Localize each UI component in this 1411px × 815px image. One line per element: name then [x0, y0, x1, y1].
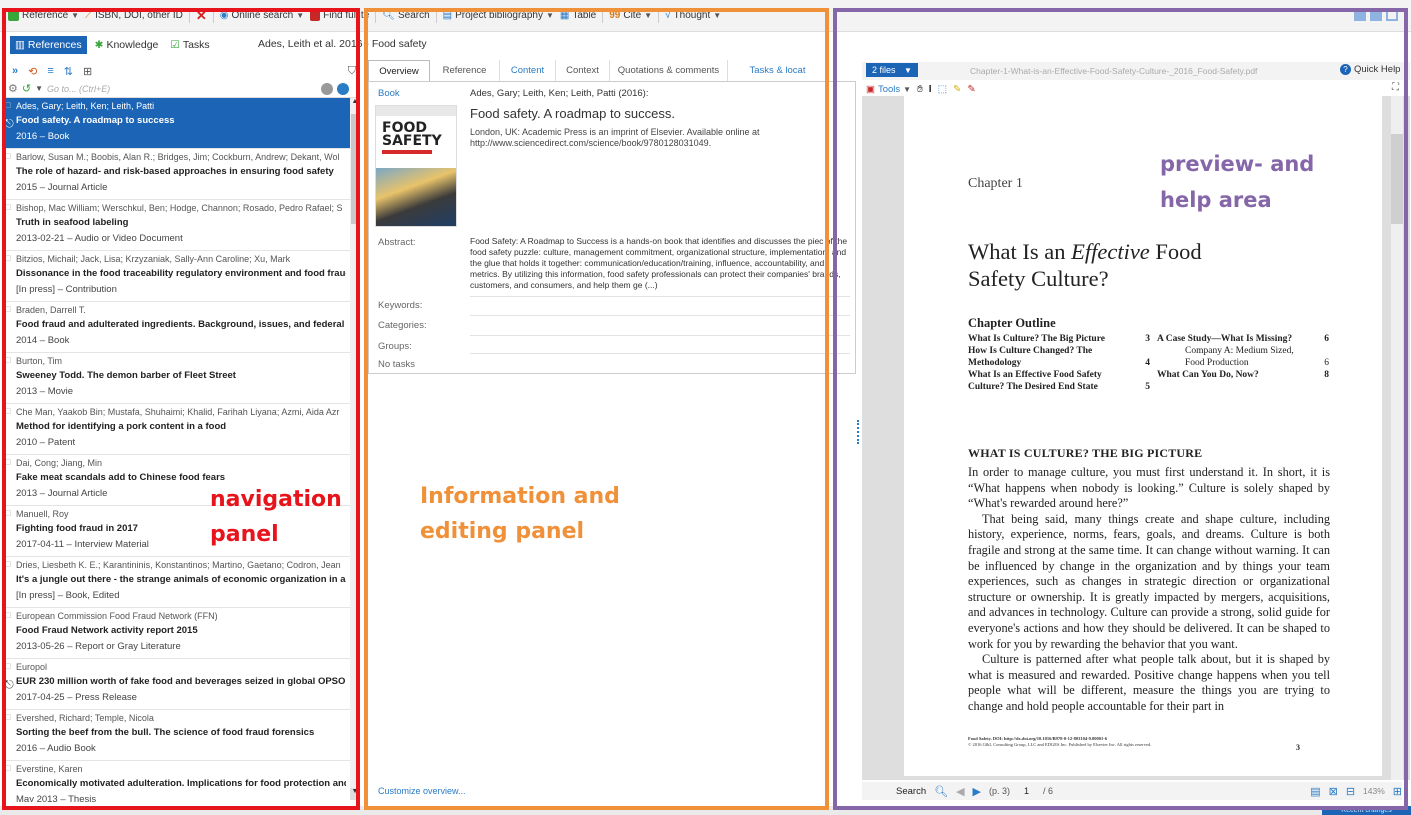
preview-panel-annotation: preview- and help area — [1160, 152, 1315, 212]
navigation-panel-frame — [2, 8, 360, 810]
info-panel-annotation: Information and editing panel — [420, 484, 620, 544]
preview-panel-frame — [833, 8, 1408, 810]
navigation-panel-annotation: navigation panel — [210, 487, 342, 547]
info-panel-frame — [364, 8, 829, 810]
